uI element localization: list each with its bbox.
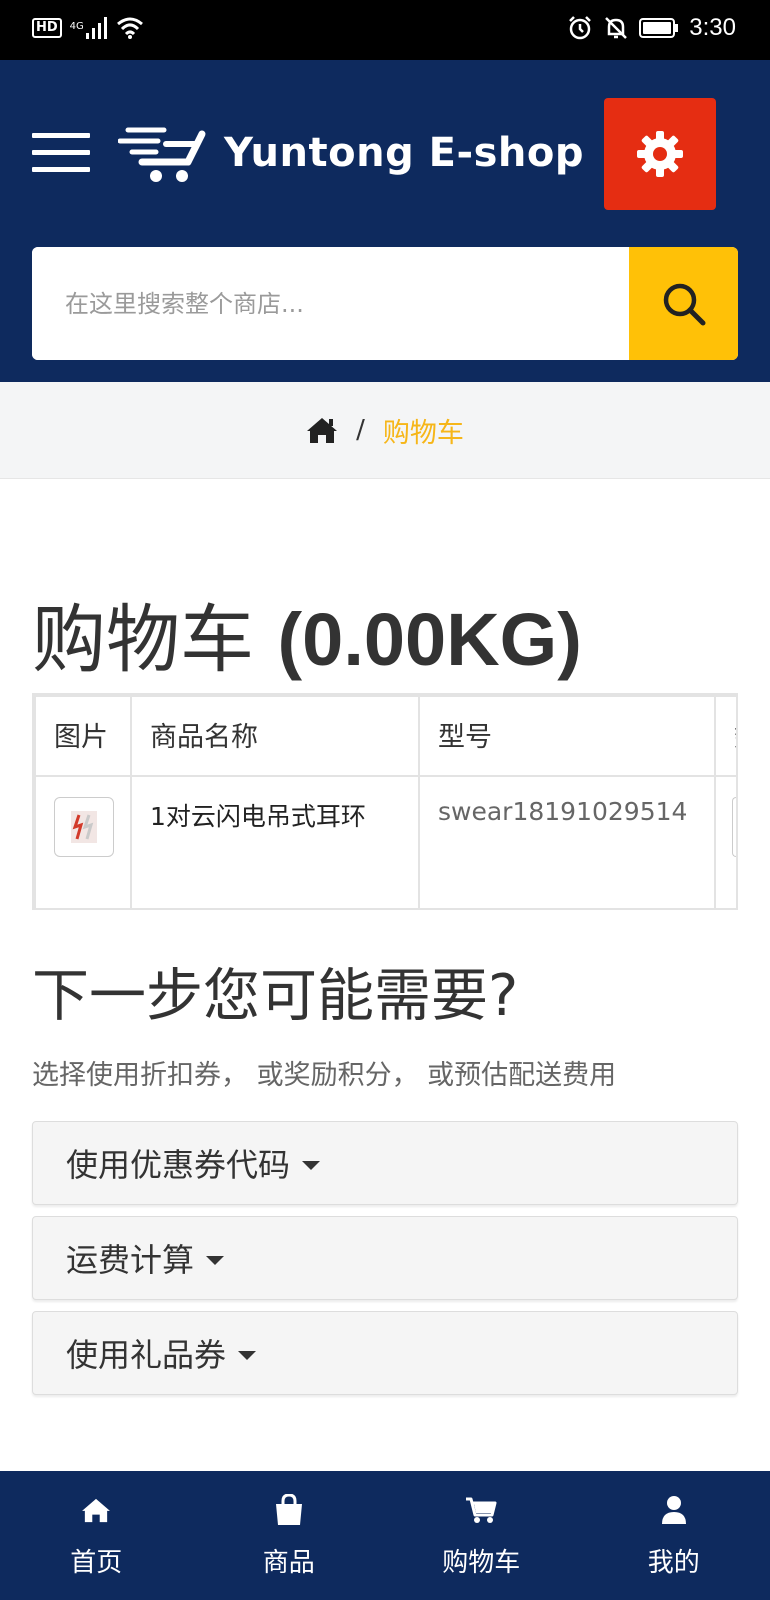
coupon-code-accordion[interactable]: 使用优惠券代码 — [32, 1121, 738, 1205]
page-title-text: 购物车 — [32, 597, 254, 683]
table-header-row: 图片 商品名称 型号 数 — [34, 695, 736, 777]
nav-label: 首页 — [70, 1548, 123, 1578]
cart-table: 图片 商品名称 型号 数 1对云闪电吊式耳环 — [34, 695, 736, 908]
nav-item-cart[interactable]: 购物车 — [385, 1471, 578, 1600]
battery-icon — [639, 18, 679, 38]
column-header-quantity: 数 — [714, 695, 736, 777]
status-bar: HD 4G 3:30 — [0, 0, 770, 60]
cart-weight: (0.00KG) — [277, 598, 582, 681]
quantity-input[interactable] — [732, 797, 736, 857]
nav-item-account[interactable]: 我的 — [578, 1471, 770, 1600]
accordion-label: 使用优惠券代码 — [66, 1146, 291, 1184]
product-model: swear18191029514 — [438, 797, 688, 826]
column-header-name: 商品名称 — [130, 695, 420, 777]
nav-label: 购物车 — [442, 1548, 521, 1578]
hd-badge: HD — [32, 18, 62, 38]
search-button[interactable] — [629, 247, 738, 360]
cart-icon — [465, 1492, 497, 1528]
cell-name: 1对云闪电吊式耳环 — [130, 775, 420, 908]
mute-bell-icon — [605, 17, 628, 39]
nav-label: 商品 — [262, 1548, 315, 1578]
clock-time: 3:30 — [689, 14, 736, 41]
network-type-label: 4G — [69, 21, 84, 32]
shopping-bag-icon — [274, 1492, 304, 1528]
caret-down-icon — [206, 1255, 225, 1265]
status-left: HD 4G — [32, 16, 144, 40]
page-title: 购物车 (0.00KG) — [32, 580, 582, 687]
search-bar — [32, 247, 738, 360]
nav-label: 我的 — [647, 1548, 700, 1578]
column-header-image: 图片 — [34, 695, 132, 777]
cellular-signal-icon: 4G — [70, 17, 108, 39]
site-header: Yuntong E-shop — [0, 60, 770, 382]
product-name-link[interactable]: 1对云闪电吊式耳环 — [150, 802, 366, 831]
shipping-estimate-accordion[interactable]: 运费计算 — [32, 1216, 738, 1300]
column-header-model: 型号 — [418, 695, 716, 777]
next-steps-title: 下一步您可能需要? — [32, 963, 519, 1029]
earring-image-icon — [71, 811, 97, 843]
caret-down-icon — [302, 1160, 321, 1170]
status-right: 3:30 — [567, 14, 736, 42]
cell-model: swear18191029514 — [418, 775, 716, 908]
cell-quantity — [714, 775, 736, 908]
alarm-icon — [569, 16, 592, 40]
nav-item-products[interactable]: 商品 — [193, 1471, 386, 1600]
breadcrumb: / 购物车 — [0, 382, 770, 479]
site-logo[interactable]: Yuntong E-shop — [118, 122, 584, 184]
table-row: 1对云闪电吊式耳环 swear18191029514 — [34, 775, 736, 908]
accordion-label: 运费计算 — [66, 1241, 195, 1279]
search-input[interactable] — [32, 247, 629, 360]
next-steps-description: 选择使用折扣券， 或奖励积分， 或预估配送费用 — [32, 1060, 617, 1091]
caret-down-icon — [238, 1350, 257, 1360]
cart-table-container[interactable]: 图片 商品名称 型号 数 1对云闪电吊式耳环 — [32, 693, 738, 910]
bottom-navigation: 首页 商品 购物车 我的 — [0, 1471, 770, 1600]
home-icon[interactable] — [306, 416, 338, 444]
hamburger-icon[interactable] — [32, 133, 90, 173]
wifi-icon — [116, 17, 143, 39]
cell-image — [34, 775, 132, 908]
breadcrumb-separator: / — [356, 415, 365, 445]
gear-icon — [637, 131, 683, 177]
product-thumbnail[interactable] — [54, 797, 114, 857]
accordion-label: 使用礼品券 — [66, 1336, 227, 1374]
brand-name: Yuntong E-shop — [224, 130, 584, 176]
breadcrumb-current: 购物车 — [382, 417, 464, 449]
settings-button[interactable] — [604, 98, 716, 210]
user-icon — [661, 1492, 687, 1528]
gift-voucher-accordion[interactable]: 使用礼品券 — [32, 1311, 738, 1395]
cart-logo-icon — [118, 127, 206, 182]
home-icon — [81, 1492, 111, 1528]
search-icon — [663, 283, 705, 325]
nav-item-home[interactable]: 首页 — [0, 1471, 193, 1600]
